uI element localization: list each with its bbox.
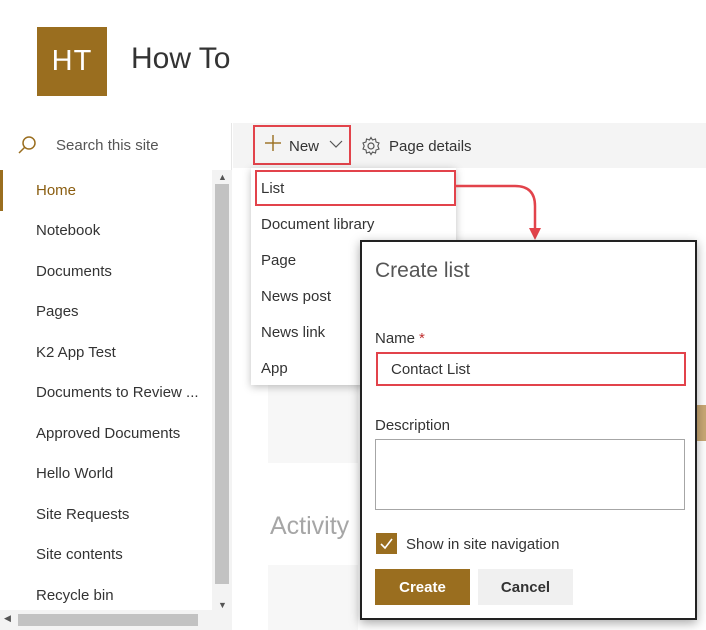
command-bar: New Page details (233, 123, 706, 168)
search-icon (18, 136, 36, 154)
cancel-button[interactable]: Cancel (478, 569, 573, 605)
nav-item-hello-world[interactable]: Hello World (0, 454, 212, 495)
plus-icon (265, 135, 281, 151)
nav-list: Home Notebook Documents Pages K2 App Tes… (0, 170, 212, 616)
gear-icon (362, 136, 380, 156)
nav-horizontal-scrollbar[interactable]: ◀ (0, 610, 232, 630)
checkmark-icon (380, 538, 393, 550)
background-button-edge (697, 405, 706, 441)
create-button[interactable]: Create (375, 569, 470, 605)
nav-item-documents-to-review[interactable]: Documents to Review ... (0, 373, 212, 414)
nav-item-k2-app-test[interactable]: K2 App Test (0, 332, 212, 373)
search-box[interactable]: Search this site (0, 123, 232, 167)
show-in-navigation-label[interactable]: Show in site navigation (406, 536, 559, 553)
description-label: Description (375, 417, 451, 434)
site-title[interactable]: How To (131, 42, 231, 76)
nav-item-site-requests[interactable]: Site Requests (0, 494, 212, 535)
menu-item-list[interactable]: List (255, 170, 456, 206)
description-input[interactable] (375, 439, 685, 510)
chevron-down-icon (329, 140, 343, 148)
scroll-down-icon[interactable]: ▼ (218, 600, 227, 610)
name-input[interactable]: Contact List (376, 352, 686, 386)
new-button[interactable]: New (253, 125, 351, 165)
background-card (268, 565, 358, 630)
panel-title: Create list (375, 259, 470, 282)
nav-item-home[interactable]: Home (0, 170, 212, 211)
nav-vertical-scrollbar[interactable]: ▲ ▼ (212, 170, 232, 610)
nav-item-approved-documents[interactable]: Approved Documents (0, 413, 212, 454)
background-card (268, 375, 358, 463)
site-logo[interactable]: HT (37, 27, 107, 96)
page-details-button[interactable]: Page details (361, 136, 472, 156)
annotation-arrow (456, 184, 541, 240)
name-label: Name * (375, 330, 425, 347)
nav-item-pages[interactable]: Pages (0, 292, 212, 333)
search-input[interactable]: Search this site (56, 137, 159, 154)
scroll-left-icon[interactable]: ◀ (4, 613, 11, 624)
menu-item-document-library[interactable]: Document library (251, 206, 456, 242)
horizontal-scroll-thumb[interactable] (18, 614, 198, 626)
scroll-thumb[interactable] (215, 184, 229, 584)
show-in-navigation-checkbox[interactable] (376, 533, 397, 554)
page-details-label: Page details (389, 137, 472, 155)
create-list-panel: Create list Name * Contact List Descripti… (360, 240, 697, 620)
nav-item-site-contents[interactable]: Site contents (0, 535, 212, 576)
required-marker: * (419, 330, 425, 347)
new-button-label: New (289, 138, 320, 155)
nav-item-notebook[interactable]: Notebook (0, 211, 212, 252)
activity-heading: Activity (270, 512, 350, 540)
nav-item-documents[interactable]: Documents (0, 251, 212, 292)
scroll-up-icon[interactable]: ▲ (218, 172, 227, 182)
left-navigation: Search this site Home Notebook Documents… (0, 123, 232, 630)
